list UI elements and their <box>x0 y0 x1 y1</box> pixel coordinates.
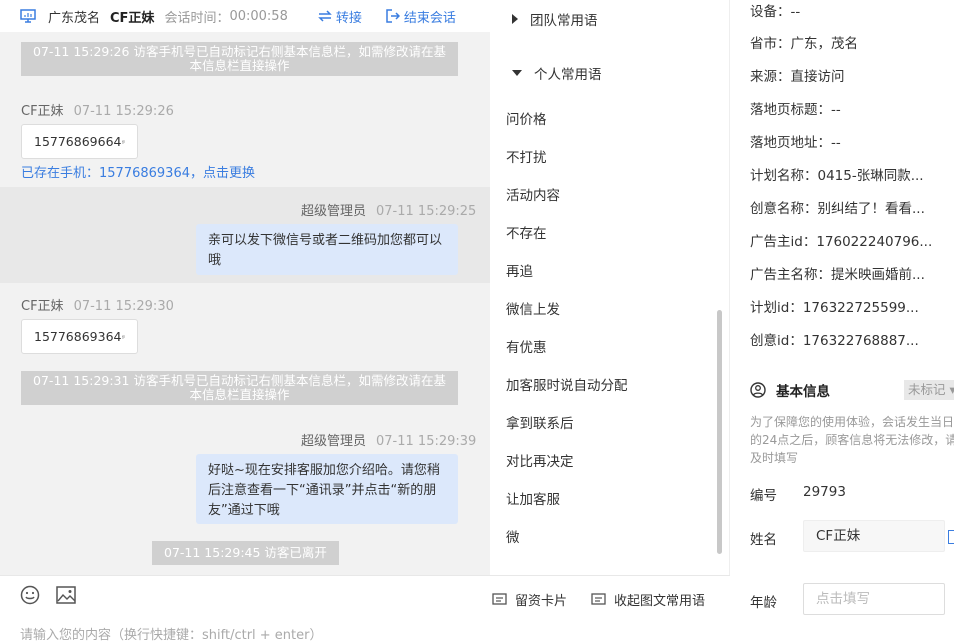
info-card-button[interactable]: 留资卡片 <box>492 590 567 609</box>
personal-phrases-group[interactable]: 个人常用语 <box>512 63 602 83</box>
phrase-item[interactable]: 对比再决定 <box>506 450 574 470</box>
message-sender: CF正妹 07-11 15:29:30 <box>21 295 174 314</box>
phrase-item[interactable]: 不打扰 <box>506 146 547 166</box>
phrase-item[interactable]: 微 <box>506 526 520 546</box>
info-card-label: 留资卡片 <box>515 590 567 609</box>
info-source: 来源：直接访问 <box>750 65 845 85</box>
chat-panel: 广东茂名 CF正妹 会话时间： 00:00:58 转接 结束会话 07-11 1… <box>0 0 490 642</box>
info-landing-title: 落地页标题：-- <box>750 98 841 118</box>
team-phrases-group[interactable]: 团队常用语 <box>512 9 598 29</box>
system-message: 07-11 15:29:45 访客已离开 <box>152 541 339 565</box>
copy-icon[interactable] <box>122 331 125 343</box>
sender-name: 超级管理员 <box>301 434 366 449</box>
id-value: 29793 <box>803 484 846 500</box>
basic-info-heading: 基本信息 <box>750 380 830 400</box>
info-plan-name: 计划名称：0415-张琳同款... <box>750 164 924 184</box>
tag-select[interactable]: 未标记 ▾ <box>904 380 954 400</box>
chevron-down-icon: ▾ <box>950 382 954 397</box>
logout-icon <box>386 9 400 23</box>
emoji-icon[interactable] <box>20 585 40 605</box>
system-message: 07-11 15:29:31 访客手机号已自动标记右侧基本信息栏，如需修改请在基… <box>21 371 458 405</box>
collapse-phrases-button[interactable]: 收起图文常用语 <box>591 590 705 609</box>
sender-name: CF正妹 <box>21 104 64 119</box>
agent-message: 亲可以发下微信号或者二维码加您都可以哦 <box>196 224 458 275</box>
agent-message: 好哒~现在安排客服加您介绍哈。请您稍后注意查看一下“通讯录”并点击“新的朋友”通… <box>196 454 458 524</box>
edit-icon[interactable] <box>948 530 954 544</box>
transfer-label: 转接 <box>336 7 362 26</box>
phrase-item[interactable]: 问价格 <box>506 108 547 128</box>
phrase-item[interactable]: 活动内容 <box>506 184 560 204</box>
info-plan-id: 计划id：176322725599... <box>750 296 919 316</box>
phrase-item[interactable]: 再追 <box>506 260 533 280</box>
image-icon[interactable] <box>56 585 76 605</box>
name-label: 姓名 <box>750 528 777 548</box>
info-creative-name: 创意名称：别纠结了！看看... <box>750 197 925 217</box>
info-advertiser-name: 广告主名称：提米映画婚前... <box>750 263 925 283</box>
info-creative-id: 创意id：176322768887... <box>750 329 919 349</box>
age-field[interactable]: 点击填写 <box>803 583 945 615</box>
visitor-location: 广东茂名 <box>48 7 100 26</box>
transfer-icon <box>318 10 332 22</box>
message-sender: 超级管理员 07-11 15:29:25 <box>301 200 476 219</box>
message-time: 07-11 15:29:26 <box>74 104 174 119</box>
phrase-item[interactable]: 拿到联系后 <box>506 412 574 432</box>
info-advertiser-id: 广告主id：176022240796... <box>750 230 932 250</box>
sender-name: 超级管理员 <box>301 204 366 219</box>
monitor-icon <box>20 9 36 23</box>
phrase-item[interactable]: 加客服时说自动分配 <box>506 374 628 394</box>
age-label: 年龄 <box>750 591 777 611</box>
phrase-item[interactable]: 不存在 <box>506 222 547 242</box>
chat-header: 广东茂名 CF正妹 会话时间： 00:00:58 转接 结束会话 <box>0 0 490 32</box>
info-device: 设备：-- <box>750 0 800 20</box>
existing-phone-link[interactable]: 已存在手机：15776869364，点击更换 <box>21 162 255 181</box>
card-icon <box>492 593 507 607</box>
collapse-phrases-label: 收起图文常用语 <box>614 590 705 609</box>
message-time: 07-11 15:29:30 <box>74 299 174 314</box>
caret-down-icon <box>512 70 522 76</box>
visitor-name: CF正妹 <box>110 7 154 26</box>
phrases-scrollbar[interactable] <box>717 310 722 554</box>
end-session-button[interactable]: 结束会话 <box>386 7 456 26</box>
transfer-button[interactable]: 转接 <box>318 7 362 26</box>
name-field[interactable]: CF正妹 <box>803 520 945 552</box>
visitor-message: 15776869364 <box>21 319 138 354</box>
message-sender: CF正妹 07-11 15:29:26 <box>21 100 174 119</box>
user-circle-icon <box>750 382 766 398</box>
phrase-item[interactable]: 有优惠 <box>506 336 547 356</box>
message-input[interactable]: 请输入您的内容（换行快捷键：shift/ctrl + enter） <box>20 624 323 643</box>
sender-name: CF正妹 <box>21 299 64 314</box>
copy-icon[interactable] <box>122 136 125 148</box>
info-landing-url: 落地页地址：-- <box>750 131 841 151</box>
phrase-item[interactable]: 微信上发 <box>506 298 560 318</box>
session-time: 00:00:58 <box>229 9 287 24</box>
id-label: 编号 <box>750 484 777 504</box>
visitor-info-panel: 设备：-- 省市：广东，茂名 来源：直接访问 落地页标题：-- 落地页地址：--… <box>730 0 954 642</box>
caret-right-icon <box>512 14 518 24</box>
phone-number: 15776869364 <box>34 329 121 344</box>
basic-info-title: 基本信息 <box>776 380 830 400</box>
phone-number: 15776869664 <box>34 134 121 149</box>
team-phrases-label: 团队常用语 <box>530 9 598 29</box>
visitor-message: 15776869664 <box>21 124 138 159</box>
end-session-label: 结束会话 <box>404 7 456 26</box>
info-note: 为了保障您的使用体验，会话发生当日的24点之后，顾客信息将无法修改，请及时填写 <box>750 413 954 467</box>
system-message: 07-11 15:29:26 访客手机号已自动标记右侧基本信息栏，如需修改请在基… <box>21 42 458 76</box>
session-time-label: 会话时间： <box>164 7 229 26</box>
info-province: 省市：广东，茂名 <box>750 32 858 52</box>
message-time: 07-11 15:29:25 <box>376 204 476 219</box>
message-sender: 超级管理员 07-11 15:29:39 <box>301 430 476 449</box>
phrase-item[interactable]: 让加客服 <box>506 488 560 508</box>
personal-phrases-label: 个人常用语 <box>534 63 602 83</box>
message-icon <box>591 593 606 607</box>
tag-select-value: 未标记 <box>908 382 946 397</box>
phrases-panel: 团队常用语 个人常用语 问价格 不打扰 活动内容 不存在 再追 微信上发 有优惠… <box>490 0 730 575</box>
message-time: 07-11 15:29:39 <box>376 434 476 449</box>
